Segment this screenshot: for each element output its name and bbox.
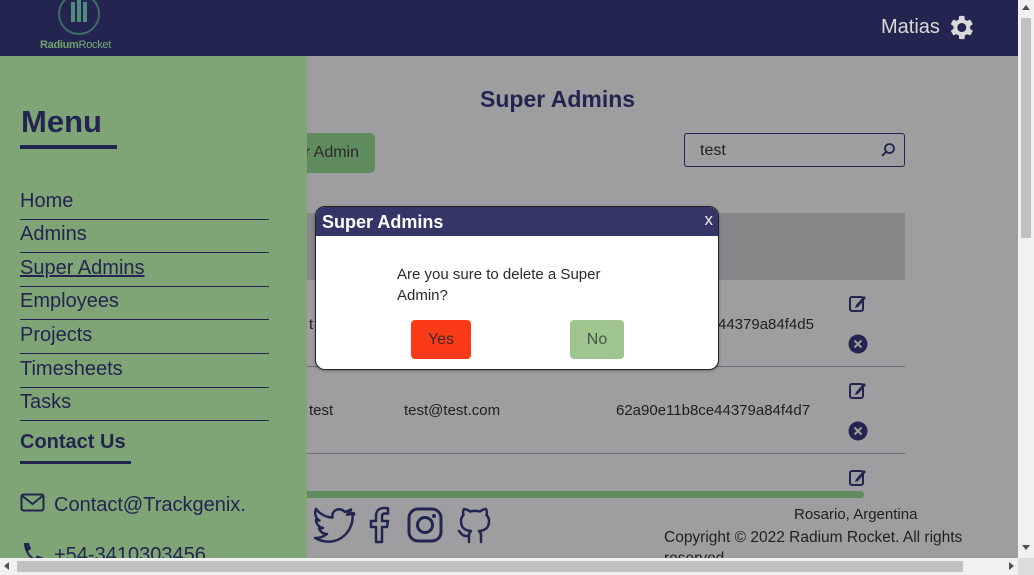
confirm-yes-button[interactable]: Yes [411, 320, 471, 359]
table-row: test test@test.com 62a90e11b8ce44379a84f… [255, 367, 905, 454]
page-title: Super Admins [480, 86, 636, 112]
top-header: RadiumRocket Matias [0, 0, 1018, 56]
modal-close-button[interactable]: x [705, 210, 714, 230]
edit-icon[interactable] [848, 380, 868, 400]
delete-icon[interactable] [848, 334, 868, 354]
sidebar-item-timesheets[interactable]: Timesheets [20, 358, 269, 388]
search-value: test [700, 142, 726, 159]
sidebar-menu: Menu Home Admins Super Admins Employees … [0, 56, 307, 560]
rocket-logo-icon [58, 0, 100, 35]
footer-divider [255, 491, 864, 498]
radium-rocket-logo[interactable]: RadiumRocket [38, 0, 122, 56]
scroll-up-arrow-icon[interactable] [1022, 5, 1030, 10]
scroll-right-arrow-icon[interactable] [1009, 562, 1014, 570]
modal-title: Super Admins [322, 212, 444, 232]
sidebar-item-tasks[interactable]: Tasks [20, 391, 269, 421]
instagram-icon[interactable] [406, 506, 444, 544]
row-id: 44379a84f4d5 [718, 316, 814, 333]
modal-header: Super Admins x [316, 207, 718, 236]
facebook-icon[interactable] [362, 506, 398, 544]
logo-text: RadiumRocket [40, 39, 111, 51]
edit-icon[interactable] [848, 293, 868, 313]
row-id: 62a90e11b8ce44379a84f4d7 [616, 402, 811, 419]
horizontal-scroll-thumb[interactable] [17, 561, 963, 572]
delete-icon[interactable] [848, 421, 868, 441]
footer-location: Rosario, Argentina [794, 506, 918, 523]
row-name: t [309, 316, 314, 333]
sidebar-item-home[interactable]: Home [20, 190, 269, 220]
sidebar-item-admins[interactable]: Admins [20, 223, 269, 253]
horizontal-scrollbar[interactable] [0, 558, 1018, 575]
search-input[interactable]: test [684, 133, 905, 167]
user-name[interactable]: Matias [881, 16, 940, 39]
scrollbar-corner [1018, 558, 1034, 575]
menu-title-underline [20, 145, 117, 149]
scroll-down-arrow-icon[interactable] [1022, 545, 1030, 550]
row-email: test@test.com [404, 402, 501, 419]
confirm-no-button[interactable]: No [570, 320, 624, 359]
menu-title: Menu [21, 104, 102, 139]
github-icon[interactable] [455, 506, 495, 544]
confirm-delete-modal: Super Admins x Are you sure to delete a … [315, 206, 719, 370]
contact-email[interactable]: Contact@Trackgenix. [20, 492, 246, 517]
envelope-icon [20, 493, 45, 512]
search-icon[interactable] [880, 142, 896, 158]
contact-title: Contact Us [20, 431, 126, 453]
edit-icon[interactable] [848, 467, 868, 487]
row-name: test [309, 402, 334, 419]
vertical-scrollbar[interactable] [1018, 0, 1034, 558]
sidebar-item-projects[interactable]: Projects [20, 324, 269, 354]
scroll-left-arrow-icon[interactable] [4, 562, 9, 570]
modal-message: Are you sure to delete a Super Admin? [397, 266, 601, 304]
twitter-icon[interactable] [314, 506, 356, 544]
sidebar-item-employees[interactable]: Employees [20, 290, 269, 320]
sidebar-item-super-admins[interactable]: Super Admins [20, 257, 269, 287]
contact-title-underline [20, 461, 131, 464]
vertical-scroll-thumb[interactable] [1021, 18, 1031, 238]
gear-icon[interactable] [945, 12, 976, 43]
